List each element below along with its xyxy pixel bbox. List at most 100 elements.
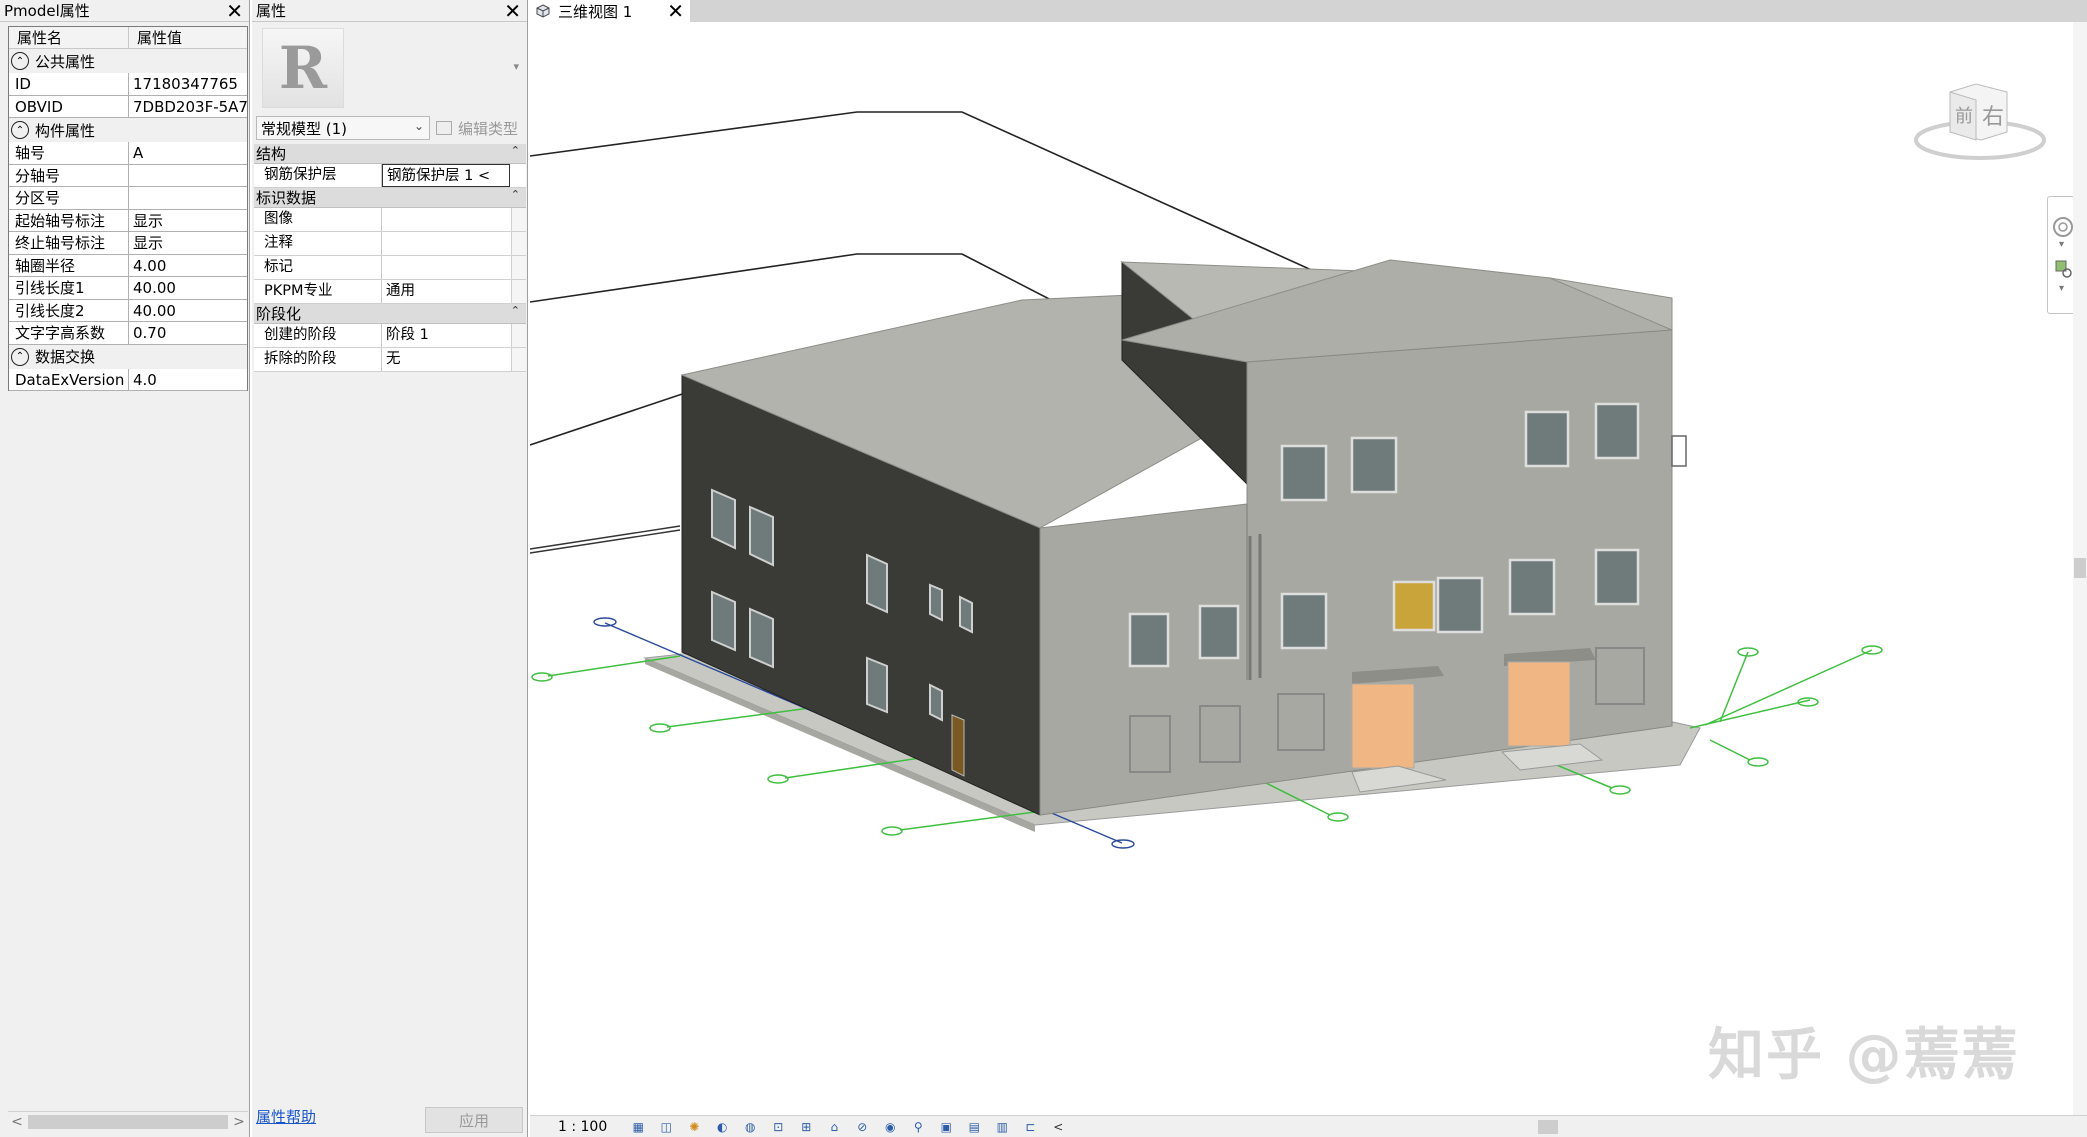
close-icon[interactable]: ✕: [667, 0, 684, 23]
table-row[interactable]: 分轴号: [9, 164, 247, 187]
property-value[interactable]: [382, 208, 512, 231]
property-group[interactable]: ⌃ 公共属性: [9, 49, 247, 73]
table-row[interactable]: 轴圈半径 4.00: [9, 254, 247, 277]
table-row[interactable]: 起始轴号标注 显示: [9, 209, 247, 232]
table-row[interactable]: 分区号: [9, 187, 247, 210]
temporary-view-properties-icon[interactable]: ▥: [993, 1120, 1011, 1134]
property-group[interactable]: 阶段化 ⌃: [254, 304, 526, 324]
table-row[interactable]: 拆除的阶段无: [254, 348, 526, 372]
property-value[interactable]: [382, 256, 512, 279]
chevron-down-icon[interactable]: ▾: [2059, 283, 2064, 294]
steering-wheel-icon[interactable]: [2053, 217, 2073, 237]
scroll-left-icon[interactable]: <: [1049, 1120, 1067, 1134]
property-group[interactable]: ⌃ 构件属性: [9, 118, 247, 142]
table-row[interactable]: PKPM专业 通用: [254, 280, 526, 304]
property-group[interactable]: ⌃ 数据交换: [9, 344, 247, 369]
table-row[interactable]: 图像: [254, 208, 526, 232]
constraints-icon[interactable]: ⊏: [1021, 1120, 1039, 1134]
viewcube-front-label[interactable]: 前: [1955, 106, 1973, 127]
family-type-preview[interactable]: R: [262, 28, 344, 108]
table-row[interactable]: 引线长度1 40.00: [9, 277, 247, 300]
collapse-icon[interactable]: ⌃: [511, 304, 520, 317]
property-value[interactable]: 4.00: [129, 255, 247, 277]
collapse-icon[interactable]: ⌃: [511, 188, 520, 201]
property-value[interactable]: 40.00: [129, 300, 247, 322]
close-icon[interactable]: ✕: [226, 0, 243, 23]
apply-button[interactable]: 应用: [425, 1107, 523, 1133]
table-row[interactable]: 文字字高系数 0.70: [9, 322, 247, 345]
property-value[interactable]: 40.00: [129, 277, 247, 299]
scrollbar-thumb[interactable]: [1538, 1120, 1558, 1134]
horizontal-scrollbar[interactable]: < >: [8, 1111, 248, 1131]
table-row[interactable]: 轴号 A: [9, 142, 247, 165]
table-row[interactable]: OBVID 7DBD203F-5A7: [9, 95, 247, 118]
property-group[interactable]: 结构 ⌃: [254, 144, 526, 164]
column-header-value[interactable]: 属性值: [129, 27, 182, 48]
sun-path-icon[interactable]: ✺: [685, 1120, 703, 1134]
property-value[interactable]: 0.70: [129, 322, 247, 344]
visual-style-icon[interactable]: ◫: [657, 1120, 675, 1134]
type-selector-dropdown[interactable]: 常规模型 (1) ⌄: [256, 116, 430, 140]
collapse-icon[interactable]: ⌃: [11, 52, 29, 70]
highlight-displacement-icon[interactable]: ▣: [937, 1120, 955, 1134]
view-tab-bar: 三维视图 1 ✕: [530, 0, 2087, 23]
viewcube[interactable]: 前 右: [1914, 83, 2046, 160]
scrollbar-thumb[interactable]: [28, 1114, 228, 1129]
vertical-scrollbar[interactable]: [2073, 22, 2087, 1116]
collapse-icon[interactable]: ⌃: [511, 144, 520, 157]
tab-3d-view-1[interactable]: 三维视图 1 ✕: [530, 0, 690, 23]
show-crop-region-icon[interactable]: ⊞: [797, 1120, 815, 1134]
view-scale[interactable]: 1 : 100: [558, 1119, 607, 1135]
property-value[interactable]: [129, 165, 247, 187]
properties-help-link[interactable]: 属性帮助: [256, 1106, 316, 1127]
table-row[interactable]: 注释: [254, 232, 526, 256]
property-value[interactable]: [382, 232, 512, 255]
table-row[interactable]: ID 17180347765: [9, 73, 247, 96]
property-value[interactable]: 无: [382, 348, 512, 371]
table-row[interactable]: 标记: [254, 256, 526, 280]
model-viewport[interactable]: 前 右: [530, 22, 2073, 1116]
table-row[interactable]: 钢筋保护层 钢筋保护层 1 <: [254, 164, 526, 188]
zoom-region-icon[interactable]: [2055, 260, 2072, 278]
property-name: DataExVersion: [9, 368, 129, 390]
property-value[interactable]: 4.0: [129, 369, 247, 391]
property-name: 引线长度2: [9, 299, 129, 321]
analytical-model-icon[interactable]: ▤: [965, 1120, 983, 1134]
table-row[interactable]: 终止轴号标注 显示: [9, 232, 247, 255]
scrollbar-thumb[interactable]: [2074, 558, 2086, 578]
detail-level-icon[interactable]: ▦: [629, 1120, 647, 1134]
property-value[interactable]: 7DBD203F-5A7: [129, 96, 247, 118]
chevron-down-icon[interactable]: ▾: [513, 60, 519, 73]
collapse-icon[interactable]: ⌃: [11, 121, 29, 139]
render-icon[interactable]: ◍: [741, 1120, 759, 1134]
property-value[interactable]: 显示: [129, 232, 247, 254]
property-value[interactable]: [129, 187, 247, 209]
table-row[interactable]: DataExVersion 4.0: [9, 368, 247, 391]
property-value[interactable]: 钢筋保护层 1 <: [382, 164, 510, 187]
table-row[interactable]: 创建的阶段 阶段 1: [254, 324, 526, 348]
unlock-view-icon[interactable]: ⌂: [825, 1120, 843, 1134]
property-value[interactable]: A: [129, 142, 247, 164]
property-value[interactable]: 通用: [382, 280, 512, 303]
reveal-hidden-icon[interactable]: ◉: [881, 1120, 899, 1134]
temporary-hide-icon[interactable]: ⊘: [853, 1120, 871, 1134]
viewcube-right-label[interactable]: 右: [1982, 105, 2004, 130]
property-group[interactable]: 标识数据 ⌃: [254, 188, 526, 208]
table-row[interactable]: 引线长度2 40.00: [9, 299, 247, 322]
property-value[interactable]: 17180347765: [129, 73, 247, 95]
close-icon[interactable]: ✕: [504, 0, 521, 23]
table-header: 属性名 属性值: [9, 27, 247, 49]
property-value[interactable]: 阶段 1: [382, 324, 512, 347]
scroll-left-icon[interactable]: <: [8, 1114, 26, 1130]
edit-type-icon: [436, 121, 452, 135]
collapse-icon[interactable]: ⌃: [11, 347, 29, 366]
row-edge: [512, 208, 526, 231]
shadows-icon[interactable]: ◐: [713, 1120, 731, 1134]
crop-view-icon[interactable]: ⊡: [769, 1120, 787, 1134]
column-header-name[interactable]: 属性名: [9, 27, 129, 48]
worksharing-icon[interactable]: ⚲: [909, 1120, 927, 1134]
chevron-down-icon[interactable]: ▾: [2059, 239, 2064, 250]
scroll-right-icon[interactable]: >: [230, 1114, 248, 1130]
property-value[interactable]: 显示: [129, 210, 247, 232]
edit-type-button[interactable]: 编辑类型: [436, 116, 518, 140]
